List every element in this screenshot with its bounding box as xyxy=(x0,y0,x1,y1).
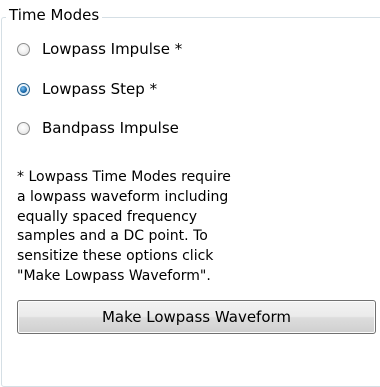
radio-dot-icon xyxy=(20,85,27,93)
bandpass-impulse-option[interactable]: Bandpass Impulse xyxy=(17,116,179,140)
lowpass-impulse-label[interactable]: Lowpass Impulse * xyxy=(42,39,182,59)
radio-unchecked-icon[interactable] xyxy=(17,42,30,56)
lowpass-impulse-option[interactable]: Lowpass Impulse * xyxy=(17,37,182,61)
make-lowpass-waveform-button[interactable]: Make Lowpass Waveform xyxy=(17,300,376,334)
lowpass-step-label[interactable]: Lowpass Step * xyxy=(42,79,157,99)
lowpass-step-option[interactable]: Lowpass Step * xyxy=(17,77,157,101)
radio-checked-icon[interactable] xyxy=(17,82,30,96)
radio-unchecked-icon[interactable] xyxy=(17,121,30,135)
time-modes-title: Time Modes xyxy=(6,5,103,25)
lowpass-requirement-note: * Lowpass Time Modes require a lowpass w… xyxy=(17,169,231,284)
bandpass-impulse-label[interactable]: Bandpass Impulse xyxy=(42,118,179,138)
